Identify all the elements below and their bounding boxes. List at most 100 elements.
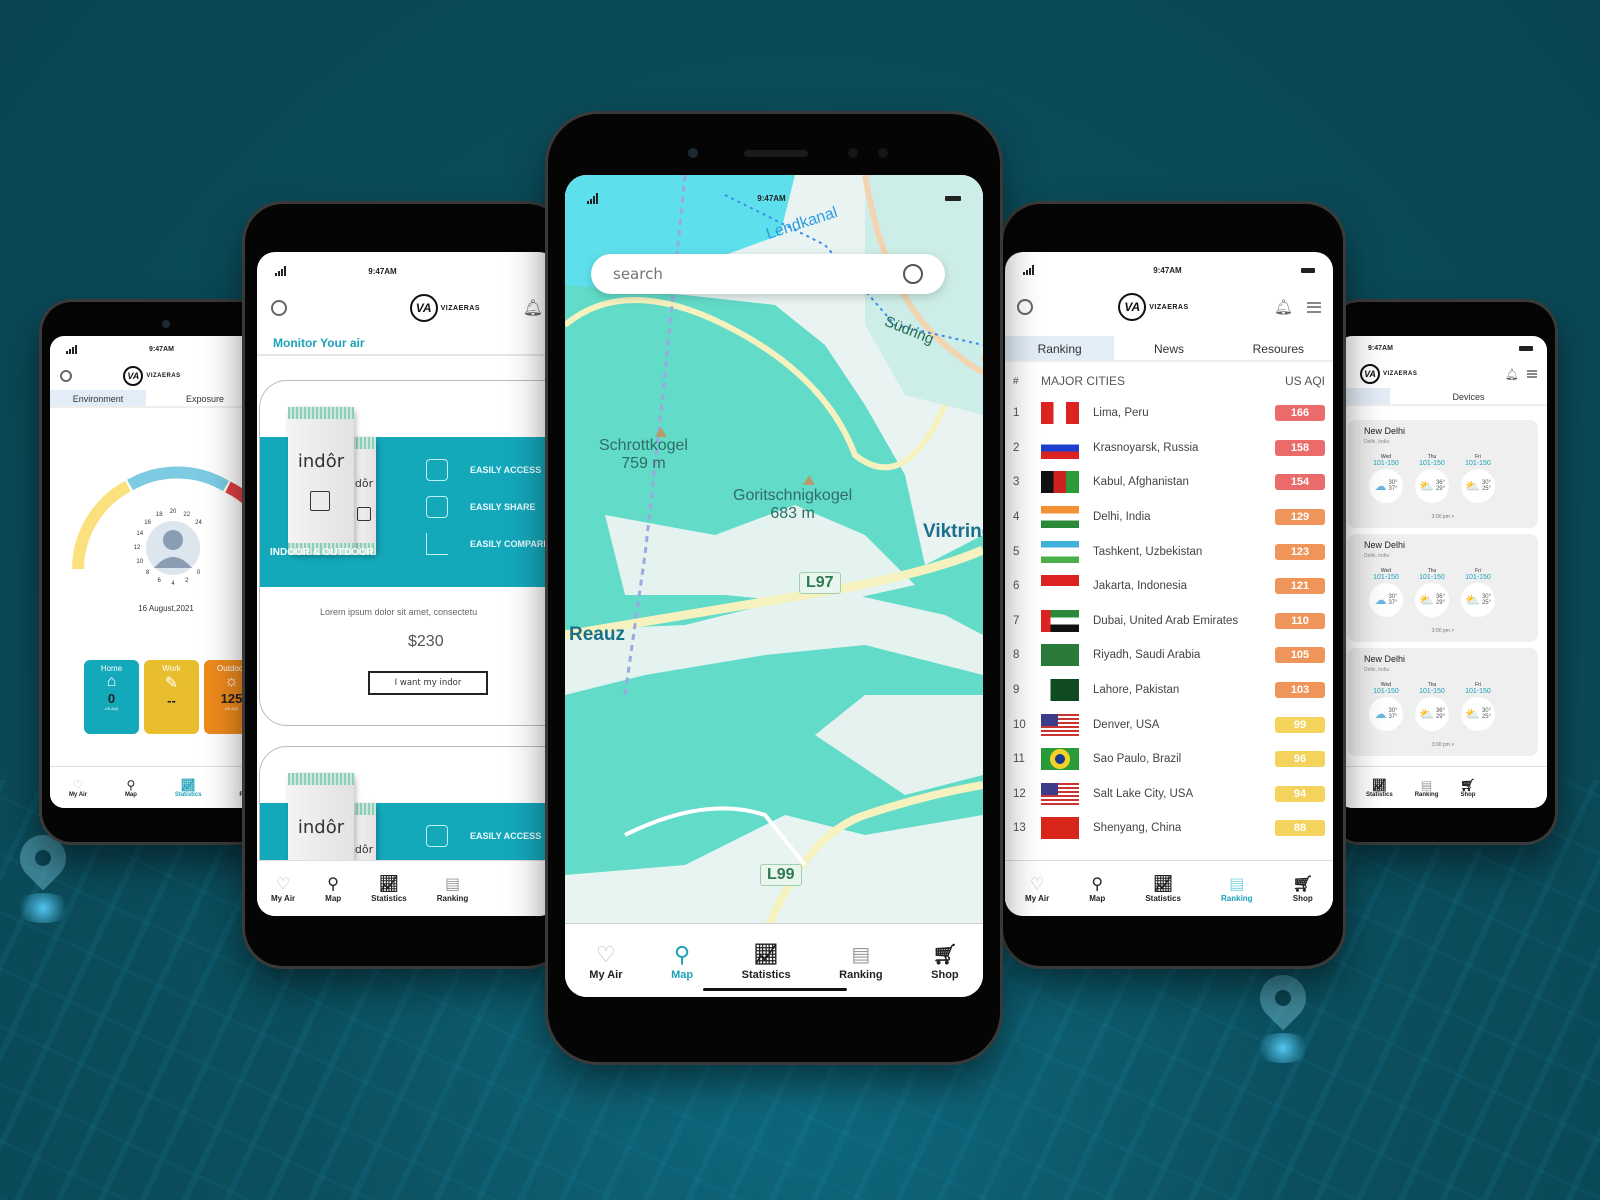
status-bar: 9:47AM [1338,336,1547,360]
ranking-row[interactable]: 6 Jakarta, Indonesia 121 [1005,569,1333,604]
map-label-peak: Schrottkogel 759 m [599,437,688,472]
ranking-row[interactable]: 3 Kabul, Afghanistan 154 [1005,465,1333,500]
ranking-row[interactable]: 1 Lima, Peru 166 [1005,396,1333,431]
weather-card[interactable]: New Delhi Delhi, India Wed 101-150 ☁ 30° 37° Th… [1348,648,1538,756]
forecast-day: Thu 101-150 ⛅ 36° 29° [1412,454,1452,503]
map-search-bar[interactable] [591,254,945,294]
ranking-row[interactable]: 5 Tashkent, Uzbekistan 123 [1005,534,1333,569]
city-name: Dubai, United Arab Emirates [1093,614,1239,627]
ranking-row[interactable]: 8 Riyadh, Saudi Arabia 105 [1005,638,1333,673]
nav-shop[interactable]: 🛒︎ Shop [931,941,959,981]
nav-my-air[interactable]: ♡ My Air [69,778,87,798]
partly-sunny-icon: ⛅ [1464,479,1480,493]
nav-statistics[interactable]: 📈︎ Statistics [1366,778,1393,798]
forecast-day: Wed 101-150 ☁ 30° 37° [1366,682,1406,731]
nav-map[interactable]: ⚲Map [325,874,341,903]
search-icon[interactable] [60,370,72,382]
product-tagline: INDOOR & OUTDOOR [270,547,374,558]
nav-statistics[interactable]: 📈︎ Statistics [175,778,202,798]
forecast-time-link[interactable]: 3:00 pm > [1348,742,1538,748]
buy-button[interactable]: I want my indor [368,671,488,695]
battery-icon [1300,267,1315,273]
home-indicator[interactable] [703,988,847,991]
bell-icon[interactable]: 🔔︎ [1274,298,1293,316]
chart-icon: 📈︎ [180,777,196,792]
feature-share: EASILY SHARE [426,496,536,518]
location-card-home[interactable]: Home ⌂ 0 US AQI [84,660,139,734]
city-name: Denver, USA [1093,718,1160,731]
rank-number: 3 [1013,476,1020,489]
nav-shop[interactable]: 🛒︎ Shop [1460,778,1475,798]
section-title: Monitor Your air [257,326,557,356]
forecast-time-link[interactable]: 3:00 pm > [1348,514,1538,520]
ranking-row[interactable]: 10 Denver, USA 99 [1005,707,1333,742]
china-flag-icon [1041,817,1079,840]
ranking-row[interactable]: 11 Sao Paulo, Brazil 96 [1005,742,1333,777]
ranking-icon: ▤ [1229,876,1245,893]
phone-ranking: 9:47AM VA VIZAERAS 🔔︎ Ranking News Resou… [1003,204,1343,966]
ranking-row[interactable]: 12 Salt Lake City, USA 94 [1005,777,1333,812]
nav-map[interactable]: ⚲Map [125,778,137,798]
search-icon[interactable] [271,300,287,316]
tab-resources[interactable]: Resoures [1224,336,1333,360]
forecast-time-link[interactable]: 3:00 pm > [1348,628,1538,634]
menu-icon[interactable] [1527,370,1537,378]
tab-locations[interactable]: Locations [1338,388,1390,404]
search-input[interactable] [613,265,813,283]
ranking-table: 1 Lima, Peru 166 2 Krasnoyarsk, Russia 158 3 Ka… [1005,396,1333,846]
aqi-badge: 94 [1275,785,1325,802]
tab-devices[interactable]: Devices [1390,388,1547,404]
city-name: Riyadh, Saudi Arabia [1093,649,1201,662]
weather-card[interactable]: New Delhi Delhi, India Wed 101-150 ☁ 30° 37° Th… [1348,420,1538,528]
rank-number: 7 [1013,614,1020,627]
weather-city: New Delhi [1364,654,1406,664]
tab-ranking[interactable]: Ranking [1005,336,1115,360]
nav-ranking[interactable]: ▤Ranking [1415,778,1439,798]
map-pin-icon: ⚲ [674,941,691,967]
rank-number: 5 [1013,545,1020,558]
cart-icon: 🛒︎ [1460,777,1476,792]
ranking-row[interactable]: 13 Shenyang, China 88 [1005,811,1333,846]
nav-my-air[interactable]: ♡ My Air [589,941,622,981]
bell-icon[interactable]: 🔔︎ [1505,368,1519,381]
nav-statistics[interactable]: 📈︎ Statistics [1145,874,1181,903]
desk-worker-icon: ✎ [164,675,179,692]
nav-ranking[interactable]: ▤Ranking [437,874,469,903]
signal-icon [587,192,598,204]
map-canvas[interactable]: Schrottkogel 759 m Goritschnigkogel 683 m … [565,175,983,997]
chart-icon: 📈︎ [753,944,779,966]
nav-ranking[interactable]: ▤Ranking [1221,874,1253,903]
nav-ranking[interactable]: ▤Ranking [839,941,882,981]
nav-my-air[interactable]: ♡ My Air [271,874,295,903]
ranking-row[interactable]: 2 Krasnoyarsk, Russia 158 [1005,431,1333,466]
ranking-row[interactable]: 4 Delhi, India 129 [1005,500,1333,535]
aqi-badge: 154 [1275,474,1325,491]
bottom-nav: ♡My Air ⚲Map 📈︎Statistics ▤Ranking [257,860,557,916]
menu-icon[interactable] [1306,301,1321,313]
ranking-row[interactable]: 7 Dubai, United Arab Emirates 110 [1005,604,1333,639]
nav-shop[interactable]: 🛒︎ Shop [1293,874,1313,903]
ranking-row[interactable]: 9 Lahore, Pakistan 103 [1005,673,1333,708]
weather-card[interactable]: New Delhi Delhi, India Wed 101-150 ☁ 30° 37° Th… [1348,534,1538,642]
sensor [848,148,858,158]
location-card-work[interactable]: Work ✎ -- [144,660,199,734]
rank-number: 10 [1013,718,1026,731]
nav-statistics[interactable]: 📈︎ Statistics [371,874,407,903]
nav-statistics[interactable]: 📈︎ Statistics [742,941,791,981]
ranking-icon: ▤ [1420,777,1433,792]
search-icon[interactable] [903,264,923,284]
aqi-badge: 110 [1275,612,1325,629]
partly-sunny-icon: ⛅ [1464,593,1480,607]
aqi-badge: 103 [1275,682,1325,699]
shop-screen: 9:47AM VA VIZAERAS 🔔︎ Monitor Your air d… [257,252,557,916]
tab-news[interactable]: News [1114,336,1223,360]
nav-map[interactable]: ⚲Map [1089,874,1105,903]
bell-icon[interactable]: 🔔︎ [523,298,543,318]
nav-my-air[interactable]: ♡ My Air [1025,874,1049,903]
qr-code-icon [426,459,448,481]
phone-map: Schrottkogel 759 m Goritschnigkogel 683 m … [548,114,1000,1062]
tab-environment[interactable]: Environment [50,390,146,406]
nav-map[interactable]: ⚲Map [671,941,693,981]
search-icon[interactable] [1017,299,1033,315]
ranking-table-header: # MAJOR CITIES US AQI [1013,374,1325,388]
